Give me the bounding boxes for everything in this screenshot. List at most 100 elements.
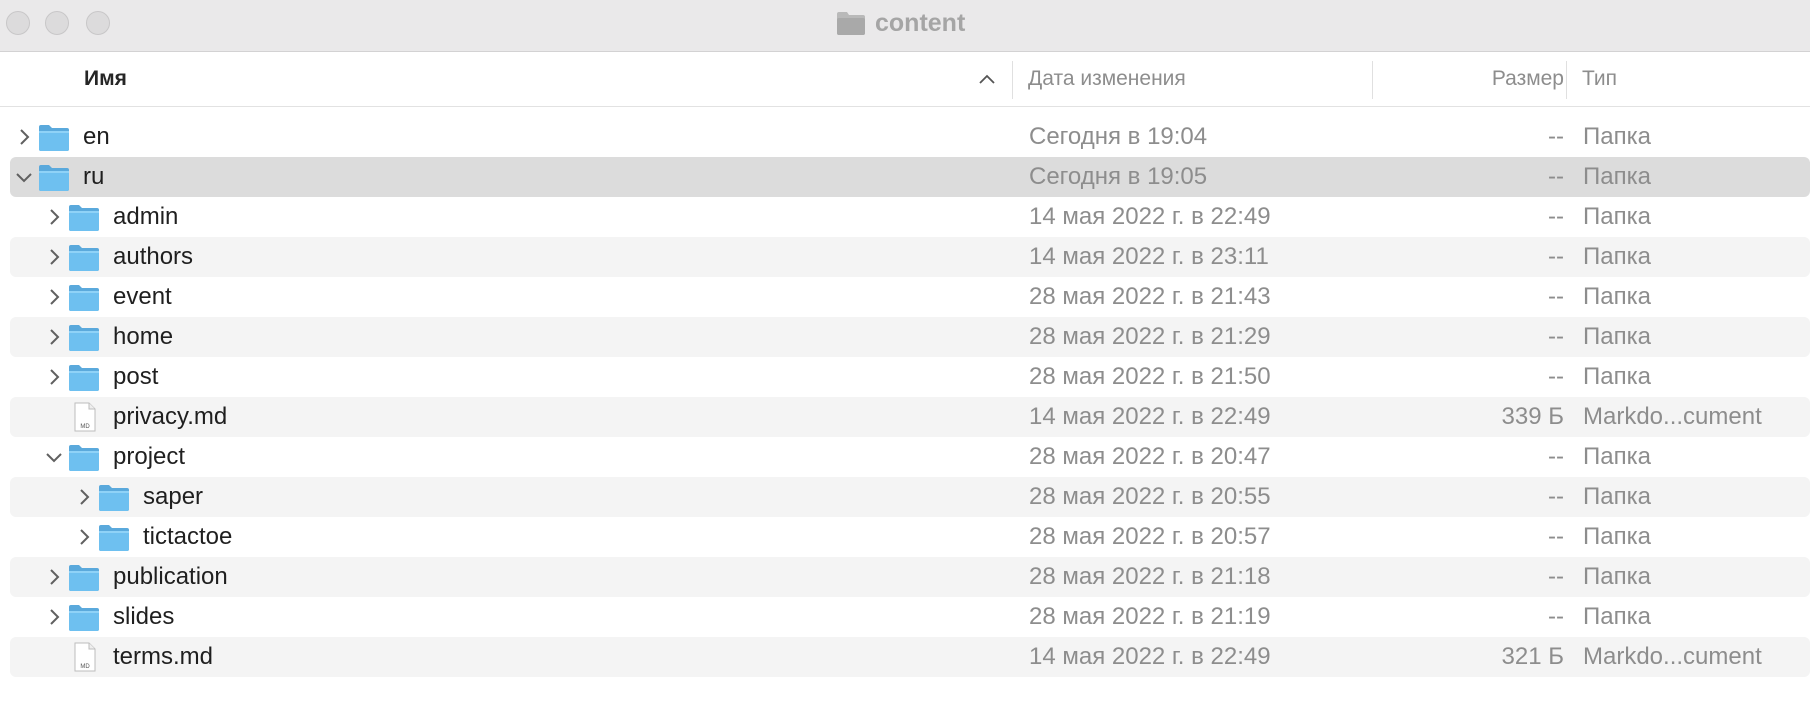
list-item[interactable]: saper 28 мая 2022 г. в 20:55 -- Папка [10, 477, 1810, 517]
chevron-right-icon[interactable] [44, 367, 64, 387]
item-size: -- [1548, 203, 1564, 230]
item-size: -- [1548, 563, 1564, 590]
item-name: ru [83, 163, 105, 190]
chevron-right-icon[interactable] [14, 127, 34, 147]
item-size: 321 Б [1501, 643, 1564, 670]
item-name: home [113, 323, 174, 350]
window-title: content [836, 8, 965, 38]
finder-window: content Имя Дата изменения Размер Тип en… [0, 0, 1810, 704]
item-kind: Папка [1583, 243, 1651, 270]
chevron-right-icon[interactable] [44, 607, 64, 627]
folder-icon [69, 445, 99, 471]
item-name: tictactoe [143, 523, 233, 550]
item-kind: Папка [1583, 323, 1651, 350]
list-item[interactable]: post 28 мая 2022 г. в 21:50 -- Папка [10, 357, 1810, 397]
list-item[interactable]: project 28 мая 2022 г. в 20:47 -- Папка [10, 437, 1810, 477]
item-kind: Папка [1583, 203, 1651, 230]
item-kind: Папка [1583, 283, 1651, 310]
chevron-down-icon[interactable] [44, 447, 64, 467]
item-date-modified: Сегодня в 19:05 [1029, 163, 1208, 190]
item-kind: Папка [1583, 523, 1651, 550]
item-size: -- [1548, 243, 1564, 270]
item-date-modified: 28 мая 2022 г. в 21:18 [1029, 563, 1271, 590]
folder-icon [69, 285, 99, 311]
column-header: Имя Дата изменения Размер Тип [0, 53, 1810, 107]
chevron-right-icon[interactable] [44, 247, 64, 267]
column-separator[interactable] [1566, 61, 1567, 99]
list-item[interactable]: publication 28 мая 2022 г. в 21:18 -- Папка [10, 557, 1810, 597]
item-date-modified: 28 мая 2022 г. в 21:29 [1029, 323, 1271, 350]
item-name: en [83, 123, 110, 150]
chevron-right-icon[interactable] [74, 527, 94, 547]
item-date-modified: 28 мая 2022 г. в 20:47 [1029, 443, 1271, 470]
chevron-right-icon[interactable] [44, 287, 64, 307]
item-kind: Markdo...cument [1583, 643, 1762, 670]
zoom-window-button[interactable] [86, 11, 110, 35]
chevron-right-icon[interactable] [44, 567, 64, 587]
item-kind: Папка [1583, 603, 1651, 630]
item-size: 339 Б [1501, 403, 1564, 430]
item-name: saper [143, 483, 204, 510]
list-item[interactable]: MD privacy.md 14 мая 2022 г. в 22:49 339 Б M… [10, 397, 1810, 437]
item-kind: Папка [1583, 443, 1651, 470]
sort-ascending-icon[interactable] [978, 71, 996, 89]
folder-icon [39, 125, 69, 151]
chevron-right-icon[interactable] [74, 487, 94, 507]
column-separator[interactable] [1372, 61, 1373, 99]
item-date-modified: 14 мая 2022 г. в 23:11 [1029, 243, 1269, 270]
item-name: privacy.md [113, 403, 228, 430]
item-kind: Markdo...cument [1583, 403, 1762, 430]
item-date-modified: 14 мая 2022 г. в 22:49 [1029, 643, 1271, 670]
markdown-file-icon: MD [74, 642, 96, 672]
item-date-modified: 28 мая 2022 г. в 21:50 [1029, 363, 1271, 390]
item-name: admin [113, 203, 179, 230]
column-separator[interactable] [1012, 61, 1013, 99]
chevron-down-icon[interactable] [14, 167, 34, 187]
folder-icon [69, 605, 99, 631]
list-item[interactable]: home 28 мая 2022 г. в 21:29 -- Папка [10, 317, 1810, 357]
item-kind: Папка [1583, 563, 1651, 590]
title-bar: content [0, 0, 1810, 52]
folder-icon [99, 485, 129, 511]
markdown-file-icon: MD [74, 402, 96, 432]
item-size: -- [1548, 323, 1564, 350]
item-name: event [113, 283, 172, 310]
list-item[interactable]: event 28 мая 2022 г. в 21:43 -- Папка [10, 277, 1810, 317]
svg-text:MD: MD [80, 664, 90, 670]
item-date-modified: Сегодня в 19:04 [1029, 123, 1208, 150]
folder-icon [69, 365, 99, 391]
item-size: -- [1548, 443, 1564, 470]
item-size: -- [1548, 123, 1564, 150]
item-date-modified: 14 мая 2022 г. в 22:49 [1029, 203, 1271, 230]
folder-icon [69, 565, 99, 591]
item-date-modified: 28 мая 2022 г. в 20:57 [1029, 523, 1271, 550]
item-size: -- [1548, 523, 1564, 550]
column-header-type[interactable]: Тип [1582, 67, 1617, 91]
close-window-button[interactable] [6, 11, 30, 35]
file-list: en Сегодня в 19:04 -- Папка ru Сегодня в 19:0… [0, 117, 1810, 677]
list-item[interactable]: ru Сегодня в 19:05 -- Папка [10, 157, 1810, 197]
item-size: -- [1548, 283, 1564, 310]
column-header-name[interactable]: Имя [84, 67, 127, 91]
item-name: terms.md [113, 643, 214, 670]
folder-icon [69, 245, 99, 271]
item-kind: Папка [1583, 483, 1651, 510]
item-date-modified: 28 мая 2022 г. в 20:55 [1029, 483, 1271, 510]
folder-icon [99, 525, 129, 551]
item-name: post [113, 363, 159, 390]
item-date-modified: 28 мая 2022 г. в 21:19 [1029, 603, 1271, 630]
folder-icon [837, 12, 865, 35]
chevron-right-icon[interactable] [44, 207, 64, 227]
chevron-right-icon[interactable] [44, 327, 64, 347]
list-item[interactable]: admin 14 мая 2022 г. в 22:49 -- Папка [10, 197, 1810, 237]
svg-text:MD: MD [80, 424, 90, 430]
column-header-size[interactable]: Размер [1388, 67, 1564, 91]
list-item[interactable]: MD terms.md 14 мая 2022 г. в 22:49 321 Б Mar… [10, 637, 1810, 677]
list-item[interactable]: tictactoe 28 мая 2022 г. в 20:57 -- Папка [10, 517, 1810, 557]
list-item[interactable]: en Сегодня в 19:04 -- Папка [10, 117, 1810, 157]
item-size: -- [1548, 483, 1564, 510]
minimize-window-button[interactable] [45, 11, 69, 35]
list-item[interactable]: authors 14 мая 2022 г. в 23:11 -- Папка [10, 237, 1810, 277]
column-header-date[interactable]: Дата изменения [1028, 67, 1186, 91]
list-item[interactable]: slides 28 мая 2022 г. в 21:19 -- Папка [10, 597, 1810, 637]
